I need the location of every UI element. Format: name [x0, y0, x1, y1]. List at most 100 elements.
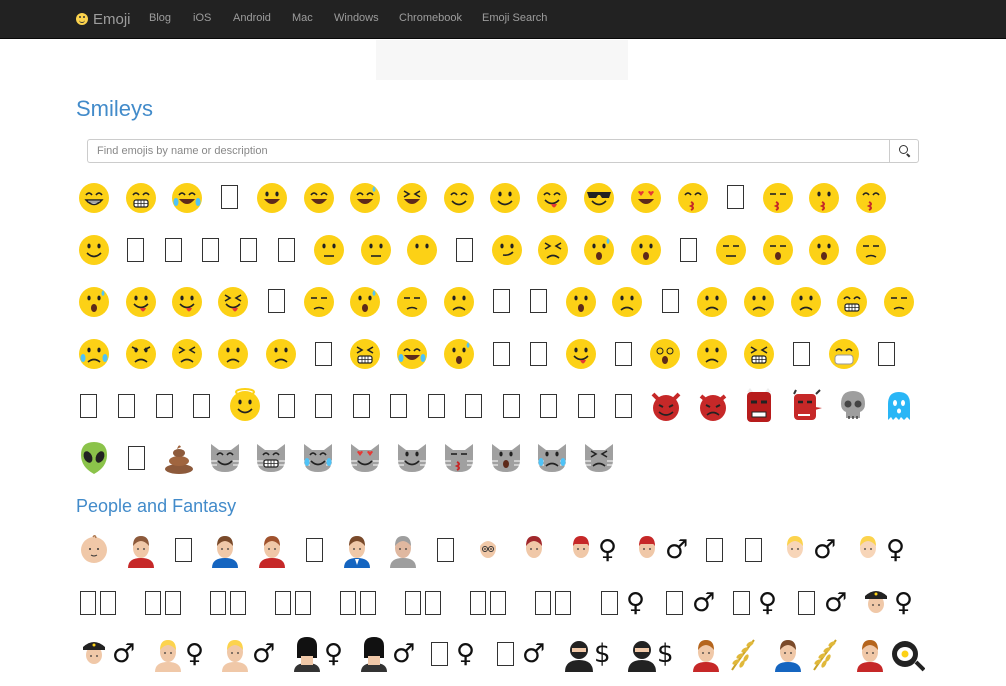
detective-emoji[interactable]	[624, 636, 660, 672]
cat9-emoji[interactable]	[581, 440, 617, 476]
frown-emoji[interactable]	[609, 284, 645, 320]
frown-emoji[interactable]	[441, 284, 477, 320]
nav-ios[interactable]: iOS	[193, 12, 211, 24]
farmer-emoji[interactable]	[688, 636, 724, 672]
missing-glyph-emoji[interactable]	[601, 591, 618, 615]
joy-emoji[interactable]	[394, 336, 430, 372]
missing-glyph-pair-emoji[interactable]	[275, 591, 315, 615]
tongueW-emoji[interactable]	[215, 284, 251, 320]
man-with-cap-emoji[interactable]	[516, 532, 552, 568]
missing-glyph-emoji[interactable]	[798, 591, 815, 615]
boy-emoji[interactable]	[207, 532, 243, 568]
frown-emoji[interactable]	[741, 284, 777, 320]
nav-android[interactable]: Android	[233, 12, 271, 24]
nav-mac[interactable]: Mac	[292, 12, 313, 24]
man-emoji[interactable]	[339, 532, 375, 568]
missing-glyph-emoji[interactable]	[493, 342, 510, 366]
cat5-emoji[interactable]	[394, 440, 430, 476]
cat8-emoji[interactable]	[534, 440, 570, 476]
cat7-emoji[interactable]	[488, 440, 524, 476]
missing-glyph-emoji[interactable]	[165, 238, 182, 262]
cat2-emoji[interactable]	[253, 440, 289, 476]
nav-emoji-search[interactable]: Emoji Search	[482, 12, 547, 24]
cook-emoji[interactable]	[852, 636, 888, 672]
smile2-emoji[interactable]	[301, 180, 337, 216]
skull-emoji[interactable]	[835, 388, 871, 424]
frown-emoji[interactable]	[215, 336, 251, 372]
angry-emoji[interactable]	[123, 336, 159, 372]
scream-emoji[interactable]	[581, 232, 617, 268]
child-emoji[interactable]	[123, 532, 159, 568]
missing-glyph-emoji[interactable]	[437, 538, 454, 562]
missing-glyph-emoji[interactable]	[80, 394, 97, 418]
missing-glyph-emoji[interactable]	[706, 538, 723, 562]
persevere-emoji[interactable]	[535, 232, 571, 268]
alien-emoji[interactable]	[76, 440, 112, 476]
missing-glyph-emoji[interactable]	[456, 238, 473, 262]
missing-glyph-emoji[interactable]	[221, 185, 238, 209]
missing-glyph-emoji[interactable]	[240, 238, 257, 262]
grin2-emoji[interactable]	[834, 284, 870, 320]
baby-emoji[interactable]	[76, 532, 112, 568]
police-officer-emoji[interactable]	[858, 585, 894, 621]
missing-glyph-emoji[interactable]	[175, 538, 192, 562]
missing-glyph-emoji[interactable]	[666, 591, 683, 615]
unamused-emoji[interactable]	[853, 232, 889, 268]
missing-glyph-pair-emoji[interactable]	[405, 591, 445, 615]
scream-emoji[interactable]	[347, 284, 383, 320]
unamused-emoji[interactable]	[394, 284, 430, 320]
missing-glyph-emoji[interactable]	[530, 342, 547, 366]
missing-glyph-emoji[interactable]	[431, 642, 448, 666]
missing-glyph-emoji[interactable]	[428, 394, 445, 418]
nav-blog[interactable]: Blog	[149, 12, 171, 24]
cat4-emoji[interactable]	[347, 440, 383, 476]
girl-emoji[interactable]	[254, 532, 290, 568]
turban-person-emoji[interactable]	[629, 532, 665, 568]
missing-glyph-pair-emoji[interactable]	[340, 591, 380, 615]
slight-emoji[interactable]	[487, 180, 523, 216]
laugh-emoji[interactable]	[394, 180, 430, 216]
nav-chromebook[interactable]: Chromebook	[399, 12, 462, 24]
sweat-emoji[interactable]	[347, 180, 383, 216]
missing-glyph-emoji[interactable]	[156, 394, 173, 418]
cry-emoji[interactable]	[76, 336, 112, 372]
missing-glyph-emoji[interactable]	[193, 394, 210, 418]
missing-glyph-emoji[interactable]	[390, 394, 407, 418]
missing-glyph-emoji[interactable]	[278, 238, 295, 262]
cat1-emoji[interactable]	[207, 440, 243, 476]
frown-emoji[interactable]	[263, 336, 299, 372]
cool-emoji[interactable]	[581, 180, 617, 216]
goblin-emoji[interactable]	[788, 388, 824, 424]
halo-emoji[interactable]	[227, 388, 263, 424]
tongue-emoji[interactable]	[169, 284, 205, 320]
search-input[interactable]	[87, 139, 889, 163]
kiss-emoji[interactable]	[675, 180, 711, 216]
search-button[interactable]	[889, 139, 919, 163]
older-woman-emoji[interactable]	[385, 532, 421, 568]
brand-link[interactable]: Emoji	[76, 10, 131, 28]
neutral-emoji[interactable]	[358, 232, 394, 268]
ghost-emoji[interactable]	[881, 388, 917, 424]
missing-glyph-emoji[interactable]	[615, 342, 632, 366]
cooking-emoji[interactable]	[889, 636, 925, 672]
guard-emoji[interactable]	[289, 636, 325, 672]
blush-emoji[interactable]	[441, 180, 477, 216]
missing-glyph-pair-emoji[interactable]	[80, 591, 120, 615]
persevere-emoji[interactable]	[169, 336, 205, 372]
scream-emoji[interactable]	[441, 336, 477, 372]
blond-person-emoji[interactable]	[850, 532, 886, 568]
blond-person-emoji[interactable]	[777, 532, 813, 568]
grin-emoji[interactable]	[76, 180, 112, 216]
missing-glyph-emoji[interactable]	[493, 289, 510, 313]
missing-glyph-emoji[interactable]	[878, 342, 895, 366]
missing-glyph-pair-emoji[interactable]	[210, 591, 250, 615]
missing-glyph-emoji[interactable]	[465, 394, 482, 418]
smile-emoji[interactable]	[254, 180, 290, 216]
cat6-emoji[interactable]	[441, 440, 477, 476]
missing-glyph-pair-emoji[interactable]	[145, 591, 185, 615]
frown-emoji[interactable]	[694, 284, 730, 320]
missing-glyph-emoji[interactable]	[503, 394, 520, 418]
missing-glyph-pair-emoji[interactable]	[470, 591, 510, 615]
missing-glyph-emoji[interactable]	[118, 394, 135, 418]
missing-glyph-emoji[interactable]	[530, 289, 547, 313]
